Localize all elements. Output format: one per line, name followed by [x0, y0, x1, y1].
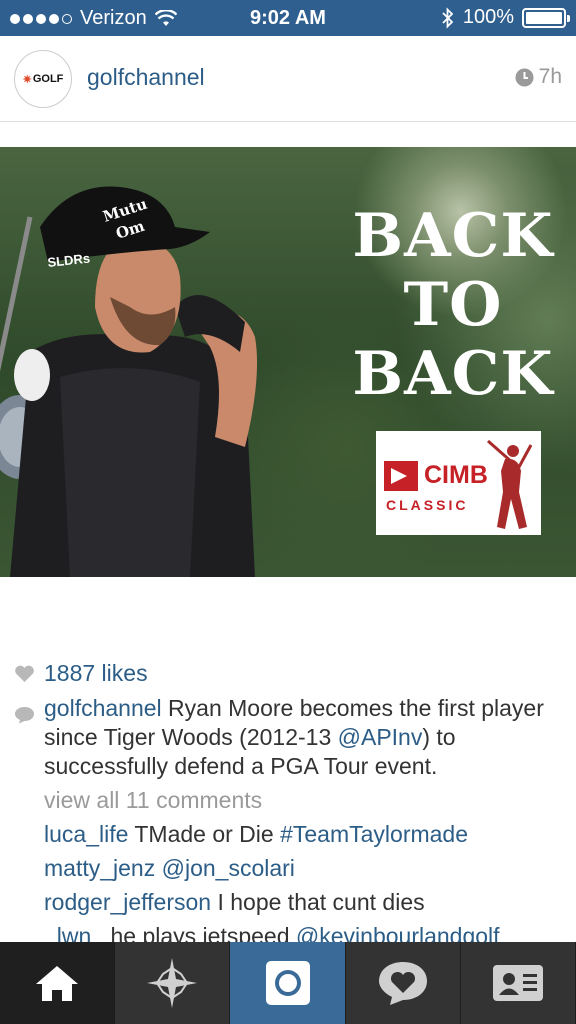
peacock-icon: ✷ [22, 73, 32, 86]
comment-username[interactable]: matty_jenz [44, 855, 155, 881]
tab-home[interactable] [0, 942, 116, 1024]
comment-mention[interactable]: @jon_scolari [162, 855, 295, 881]
svg-text:SLDRs: SLDRs [47, 251, 91, 270]
activity-heart-bubble-icon [378, 962, 427, 1005]
avatar[interactable]: ✷ GOLF [14, 50, 72, 108]
view-all-comments-link[interactable]: view all 11 comments [44, 786, 564, 815]
post-username[interactable]: golfchannel [87, 64, 205, 91]
battery-icon [522, 7, 570, 28]
home-icon [36, 966, 79, 1001]
caption-username[interactable]: golfchannel [44, 695, 162, 721]
comment-item: rodger_jefferson I hope that cunt dies [44, 888, 564, 917]
comment-item: matty_jenz @jon_scolari [44, 854, 564, 883]
tab-activity[interactable] [345, 942, 461, 1024]
sponsor-subtitle: CLASSIC [386, 497, 469, 513]
comment-username[interactable]: rodger_jefferson [44, 889, 211, 915]
profile-card-icon [492, 965, 543, 1001]
clock-icon [515, 68, 534, 86]
post-photo[interactable]: Mutu Om SLDRs BACK TO BACK CIMB CLASSIC [0, 147, 576, 577]
comment-text: I hope that cunt dies [211, 889, 425, 915]
camera-icon [265, 961, 310, 1005]
bluetooth-icon [442, 6, 454, 29]
tab-camera[interactable] [230, 942, 346, 1024]
photo-headline: BACK TO BACK [348, 202, 558, 409]
post-age: 7h [515, 65, 562, 89]
post-age-label: 7h [538, 65, 562, 88]
explore-star-icon [147, 958, 198, 1008]
status-bar: Verizon 9:02 AM 100% [0, 0, 576, 36]
sponsor-logo: CIMB CLASSIC [376, 431, 541, 535]
headline-line: BACK [352, 339, 554, 409]
battery-percent: 100% [462, 6, 514, 28]
golfer-silhouette-icon [487, 439, 533, 529]
comment-bubble-icon [14, 694, 35, 781]
comment-item: luca_life TMade or Die #TeamTaylormade [44, 820, 564, 849]
headline-line: BACK [352, 201, 554, 271]
comments-section: golfchannel Ryan Moore becomes the first… [14, 694, 564, 951]
comment-text: TMade or Die [128, 821, 281, 847]
headline-line: TO [403, 270, 503, 340]
tab-profile[interactable] [460, 942, 576, 1024]
likes-count[interactable]: 1887 likes [44, 660, 148, 687]
comment-username[interactable]: luca_life [44, 821, 128, 847]
post-header: ✷ GOLF golfchannel 7h [0, 36, 576, 122]
avatar-label: GOLF [32, 73, 64, 85]
heart-icon [15, 665, 34, 682]
tab-explore[interactable] [115, 942, 231, 1024]
status-right: 100% [441, 6, 570, 29]
golfer-photo: Mutu Om SLDRs [0, 186, 258, 577]
caption-text: golfchannel Ryan Moore becomes the first… [44, 694, 564, 781]
comment-hashtag[interactable]: #TeamTaylormade [280, 821, 468, 847]
battery-fill [526, 11, 562, 24]
sponsor-name: CIMB [424, 461, 488, 489]
cimb-logo-icon [384, 461, 418, 491]
likes-row[interactable]: 1887 likes [14, 660, 148, 687]
caption: golfchannel Ryan Moore becomes the first… [14, 694, 564, 781]
caption-mention[interactable]: @APInv [338, 724, 423, 750]
tab-bar [0, 942, 576, 1024]
